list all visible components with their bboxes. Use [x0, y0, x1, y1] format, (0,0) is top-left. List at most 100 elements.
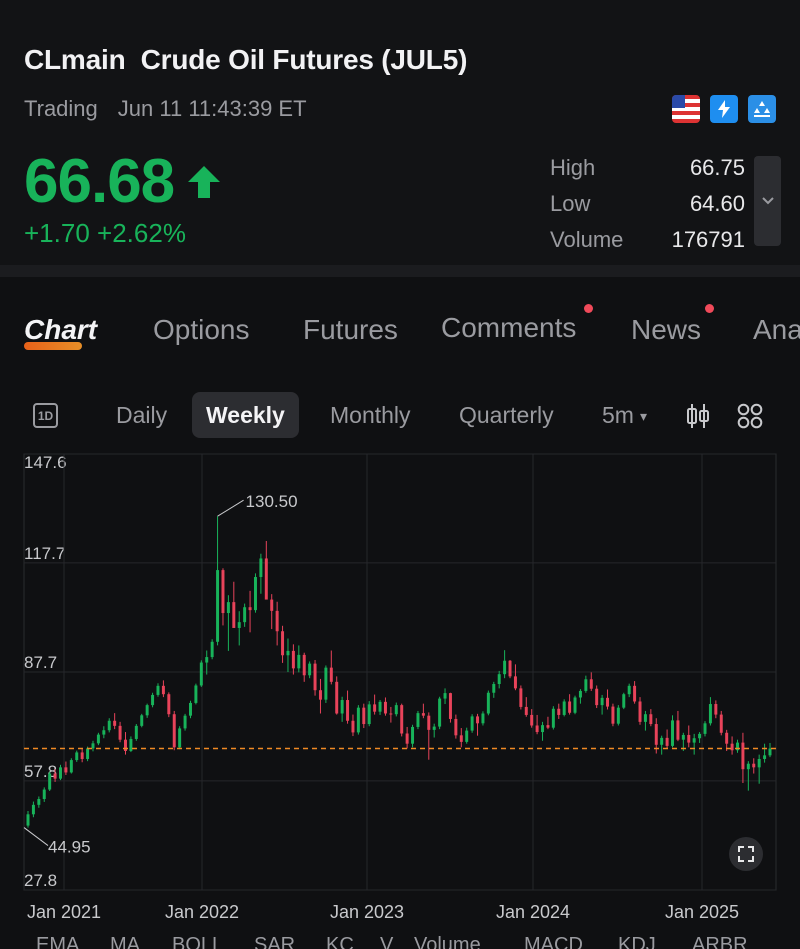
candle-body: [476, 716, 480, 724]
candle-body: [698, 733, 702, 739]
indicator-bar: EMA MA BOLL SAR KC V Volume MACD KDJ ARBR: [0, 934, 800, 949]
interval-value: 5m: [602, 402, 634, 428]
chevron-down-icon: [761, 197, 774, 205]
candle-body: [69, 760, 73, 773]
candle-body: [232, 602, 236, 628]
candle-body: [199, 662, 203, 686]
candle-body: [210, 641, 214, 658]
stat-label: Volume: [550, 227, 624, 252]
candlestick-icon[interactable]: [686, 402, 710, 430]
candle-body: [595, 688, 599, 706]
tab-chart[interactable]: Chart: [24, 314, 97, 346]
lightning-level1-icon[interactable]: [710, 95, 738, 123]
candle-body: [383, 701, 387, 714]
y-tick-label: 117.7: [24, 544, 65, 563]
candle-body: [524, 706, 528, 715]
quote-stats: High 66.75 Low 64.60 Volume 176791: [550, 150, 745, 258]
candle-body: [64, 767, 68, 773]
indicator-volume[interactable]: Volume: [414, 934, 481, 949]
candle-body: [42, 789, 46, 800]
tab-news[interactable]: News: [631, 314, 701, 346]
indicator-sar[interactable]: SAR: [254, 934, 295, 949]
tab-analysis[interactable]: Ana: [753, 314, 800, 346]
candle-body: [243, 607, 247, 623]
stat-value: 176791: [671, 227, 745, 252]
candle-body: [86, 748, 90, 759]
candle-body: [427, 715, 431, 730]
candle-body: [725, 732, 729, 744]
tab-futures[interactable]: Futures: [303, 314, 398, 346]
y-tick-label: 147.6: [24, 453, 67, 472]
x-tick-label: Jan 2022: [165, 902, 239, 922]
period-daily[interactable]: Daily: [116, 402, 167, 429]
candle-body: [313, 663, 317, 691]
candle-body: [302, 654, 306, 676]
indicator-ema[interactable]: EMA: [36, 934, 79, 949]
candle-body: [264, 558, 268, 600]
indicator-macd[interactable]: MACD: [524, 934, 583, 949]
y-tick-label: 27.8: [24, 871, 57, 890]
candle-body: [557, 708, 561, 715]
candle-body: [188, 702, 192, 716]
candle-body: [134, 725, 138, 739]
candle-body: [161, 685, 165, 695]
candle-body: [346, 700, 350, 721]
candle-body: [606, 697, 610, 707]
stat-value: 64.60: [689, 191, 745, 216]
layout-grid-icon[interactable]: [737, 403, 763, 429]
candle-body: [676, 720, 680, 740]
candle-body: [367, 704, 371, 725]
candle-body: [389, 713, 393, 715]
candle-body: [568, 701, 572, 713]
candle-body: [351, 720, 355, 733]
up-arrow-icon: [188, 166, 220, 198]
candle-body: [178, 728, 182, 748]
candle-body: [719, 714, 723, 733]
x-tick-label: Jan 2023: [330, 902, 404, 922]
change-percent: +2.62%: [97, 218, 186, 248]
stat-value: 66.75: [689, 155, 745, 180]
indicator-boll[interactable]: BOLL: [172, 934, 223, 949]
candle-body: [622, 694, 626, 708]
high-annotation-leader: [217, 499, 244, 517]
indicator-v[interactable]: V: [380, 934, 393, 949]
candle-body: [275, 610, 279, 632]
period-weekly[interactable]: Weekly: [192, 392, 299, 438]
stat-high: High 66.75: [550, 150, 745, 186]
candle-body: [335, 681, 339, 714]
candle-body: [145, 705, 149, 716]
candle-body: [600, 697, 604, 706]
indicator-kc[interactable]: KC: [326, 934, 354, 949]
tab-options[interactable]: Options: [153, 314, 250, 346]
candle-body: [492, 684, 496, 693]
indicator-ma[interactable]: MA: [110, 934, 140, 949]
page-title: CLmain Crude Oil Futures (JUL5): [24, 44, 468, 75]
candle-body: [140, 715, 144, 726]
price-change: +1.70 +2.62%: [24, 218, 186, 249]
candle-body: [465, 730, 469, 742]
indicator-kdj[interactable]: KDJ: [618, 934, 656, 949]
candlestick-chart[interactable]: 147.6 117.7 87.7 57.8 27.8 Jan 2021 Jan 2022 Ja…: [0, 450, 800, 930]
candle-body: [448, 693, 452, 719]
candle-body: [329, 667, 333, 682]
candle-body: [508, 660, 512, 677]
candle-body: [286, 650, 290, 656]
indicator-arbr[interactable]: ARBR: [692, 934, 748, 949]
expand-stats-button[interactable]: [754, 156, 781, 246]
candle-body: [102, 730, 106, 735]
interval-dropdown[interactable]: 5m ▾: [602, 402, 647, 429]
fullscreen-button[interactable]: [729, 837, 763, 871]
candle-body: [573, 697, 577, 713]
period-monthly[interactable]: Monthly: [330, 402, 411, 429]
us-flag-icon[interactable]: [672, 95, 700, 123]
candle-body: [616, 707, 620, 724]
candle-body: [53, 773, 57, 779]
gold-bars-icon[interactable]: [748, 95, 776, 123]
tab-comments[interactable]: Comments: [441, 312, 576, 344]
candle-body: [48, 773, 52, 790]
period-quarterly[interactable]: Quarterly: [459, 402, 554, 429]
candle-body: [172, 714, 176, 748]
price-chart[interactable]: 147.6 117.7 87.7 57.8 27.8 Jan 2021 Jan 2022 Ja…: [0, 450, 800, 930]
candle-body: [708, 704, 712, 724]
candle-body: [259, 558, 263, 578]
